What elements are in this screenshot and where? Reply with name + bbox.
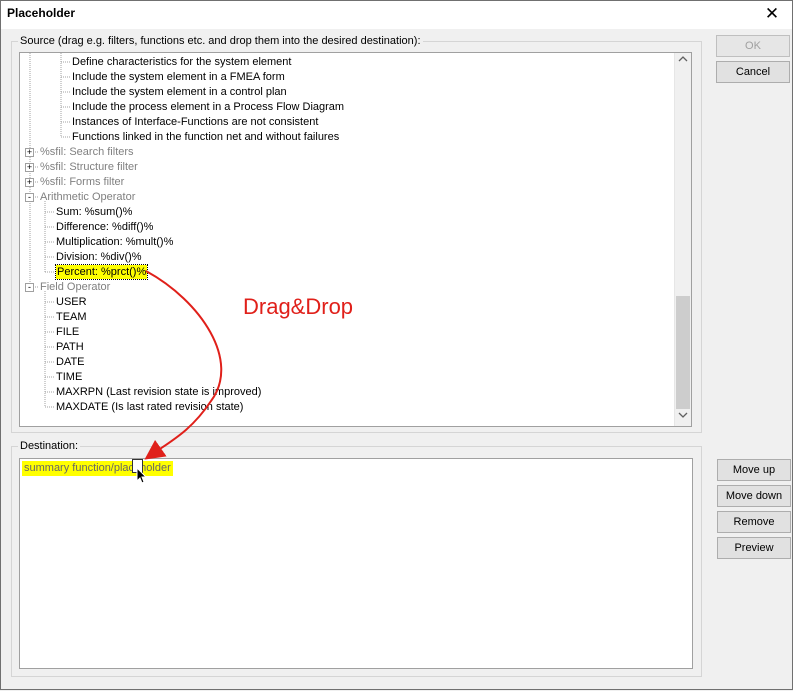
tree-item[interactable]: Difference: %diff()% [56,220,153,234]
ok-button[interactable]: OK [716,35,790,57]
destination-label: Destination: [18,440,81,452]
destination-list[interactable]: summary function/placeholder [19,458,693,669]
tree-item[interactable]: Division: %div()% [56,250,142,264]
tree-item[interactable]: PATH [56,340,84,354]
tree-item[interactable]: USER [56,295,87,309]
scrollbar-thumb[interactable] [676,296,690,409]
destination-item[interactable]: summary function/placeholder [22,461,173,476]
expand-icon[interactable]: + [25,163,34,172]
tree-item[interactable]: Instances of Interface-Functions are not… [72,115,318,129]
remove-button[interactable]: Remove [717,511,791,533]
tree-item[interactable]: TIME [56,370,82,384]
chevron-down-icon[interactable] [675,409,691,426]
move-down-button[interactable]: Move down [717,485,791,507]
tree-item[interactable]: %sfil: Search filters [40,145,134,159]
tree-item[interactable]: DATE [56,355,85,369]
tree-item[interactable]: Multiplication: %mult()% [56,235,173,249]
source-group: Source (drag e.g. filters, functions etc… [11,35,702,433]
tree-item[interactable]: %sfil: Forms filter [40,175,124,189]
mouse-cursor-icon [136,467,148,484]
tree-item[interactable]: Arithmetic Operator [40,190,135,204]
title-bar: Placeholder ✕ [1,1,792,29]
chevron-up-icon[interactable] [675,53,691,70]
tree-item[interactable]: %sfil: Structure filter [40,160,138,174]
tree-item[interactable]: Include the process element in a Process… [72,100,344,114]
tree-scrollbar[interactable] [674,53,691,426]
cancel-button[interactable]: Cancel [716,61,790,83]
window-title: Placeholder [7,6,76,20]
destination-group: Destination: summary function/placeholde… [11,440,702,677]
collapse-icon[interactable]: - [25,193,34,202]
tree-item[interactable]: TEAM [56,310,87,324]
preview-button[interactable]: Preview [717,537,791,559]
expand-icon[interactable]: + [25,148,34,157]
expand-icon[interactable]: + [25,178,34,187]
drag-drop-annotation: Drag&Drop [243,294,354,319]
source-tree[interactable]: Define characteristics for the system el… [19,52,692,427]
placeholder-dialog: Placeholder ✕ Source (drag e.g. filters,… [0,0,793,690]
source-label: Source (drag e.g. filters, functions etc… [18,35,423,47]
tree-item[interactable]: FILE [56,325,79,339]
tree-item[interactable]: Include the system element in a control … [72,85,287,99]
tree-item[interactable]: Functions linked in the function net and… [72,130,339,144]
close-button[interactable]: ✕ [752,1,792,29]
collapse-icon[interactable]: - [25,283,34,292]
tree-item[interactable]: Include the system element in a FMEA for… [72,70,285,84]
tree-item[interactable]: Define characteristics for the system el… [72,55,291,69]
tree-item[interactable]: Sum: %sum()% [56,205,132,219]
move-up-button[interactable]: Move up [717,459,791,481]
tree-item[interactable]: MAXDATE (Is last rated revision state) [56,400,243,414]
tree-item[interactable]: Field Operator [40,280,110,294]
tree-item[interactable]: MAXRPN (Last revision state is improved) [56,385,261,399]
tree-item[interactable]: Percent: %prct()% [54,264,149,280]
